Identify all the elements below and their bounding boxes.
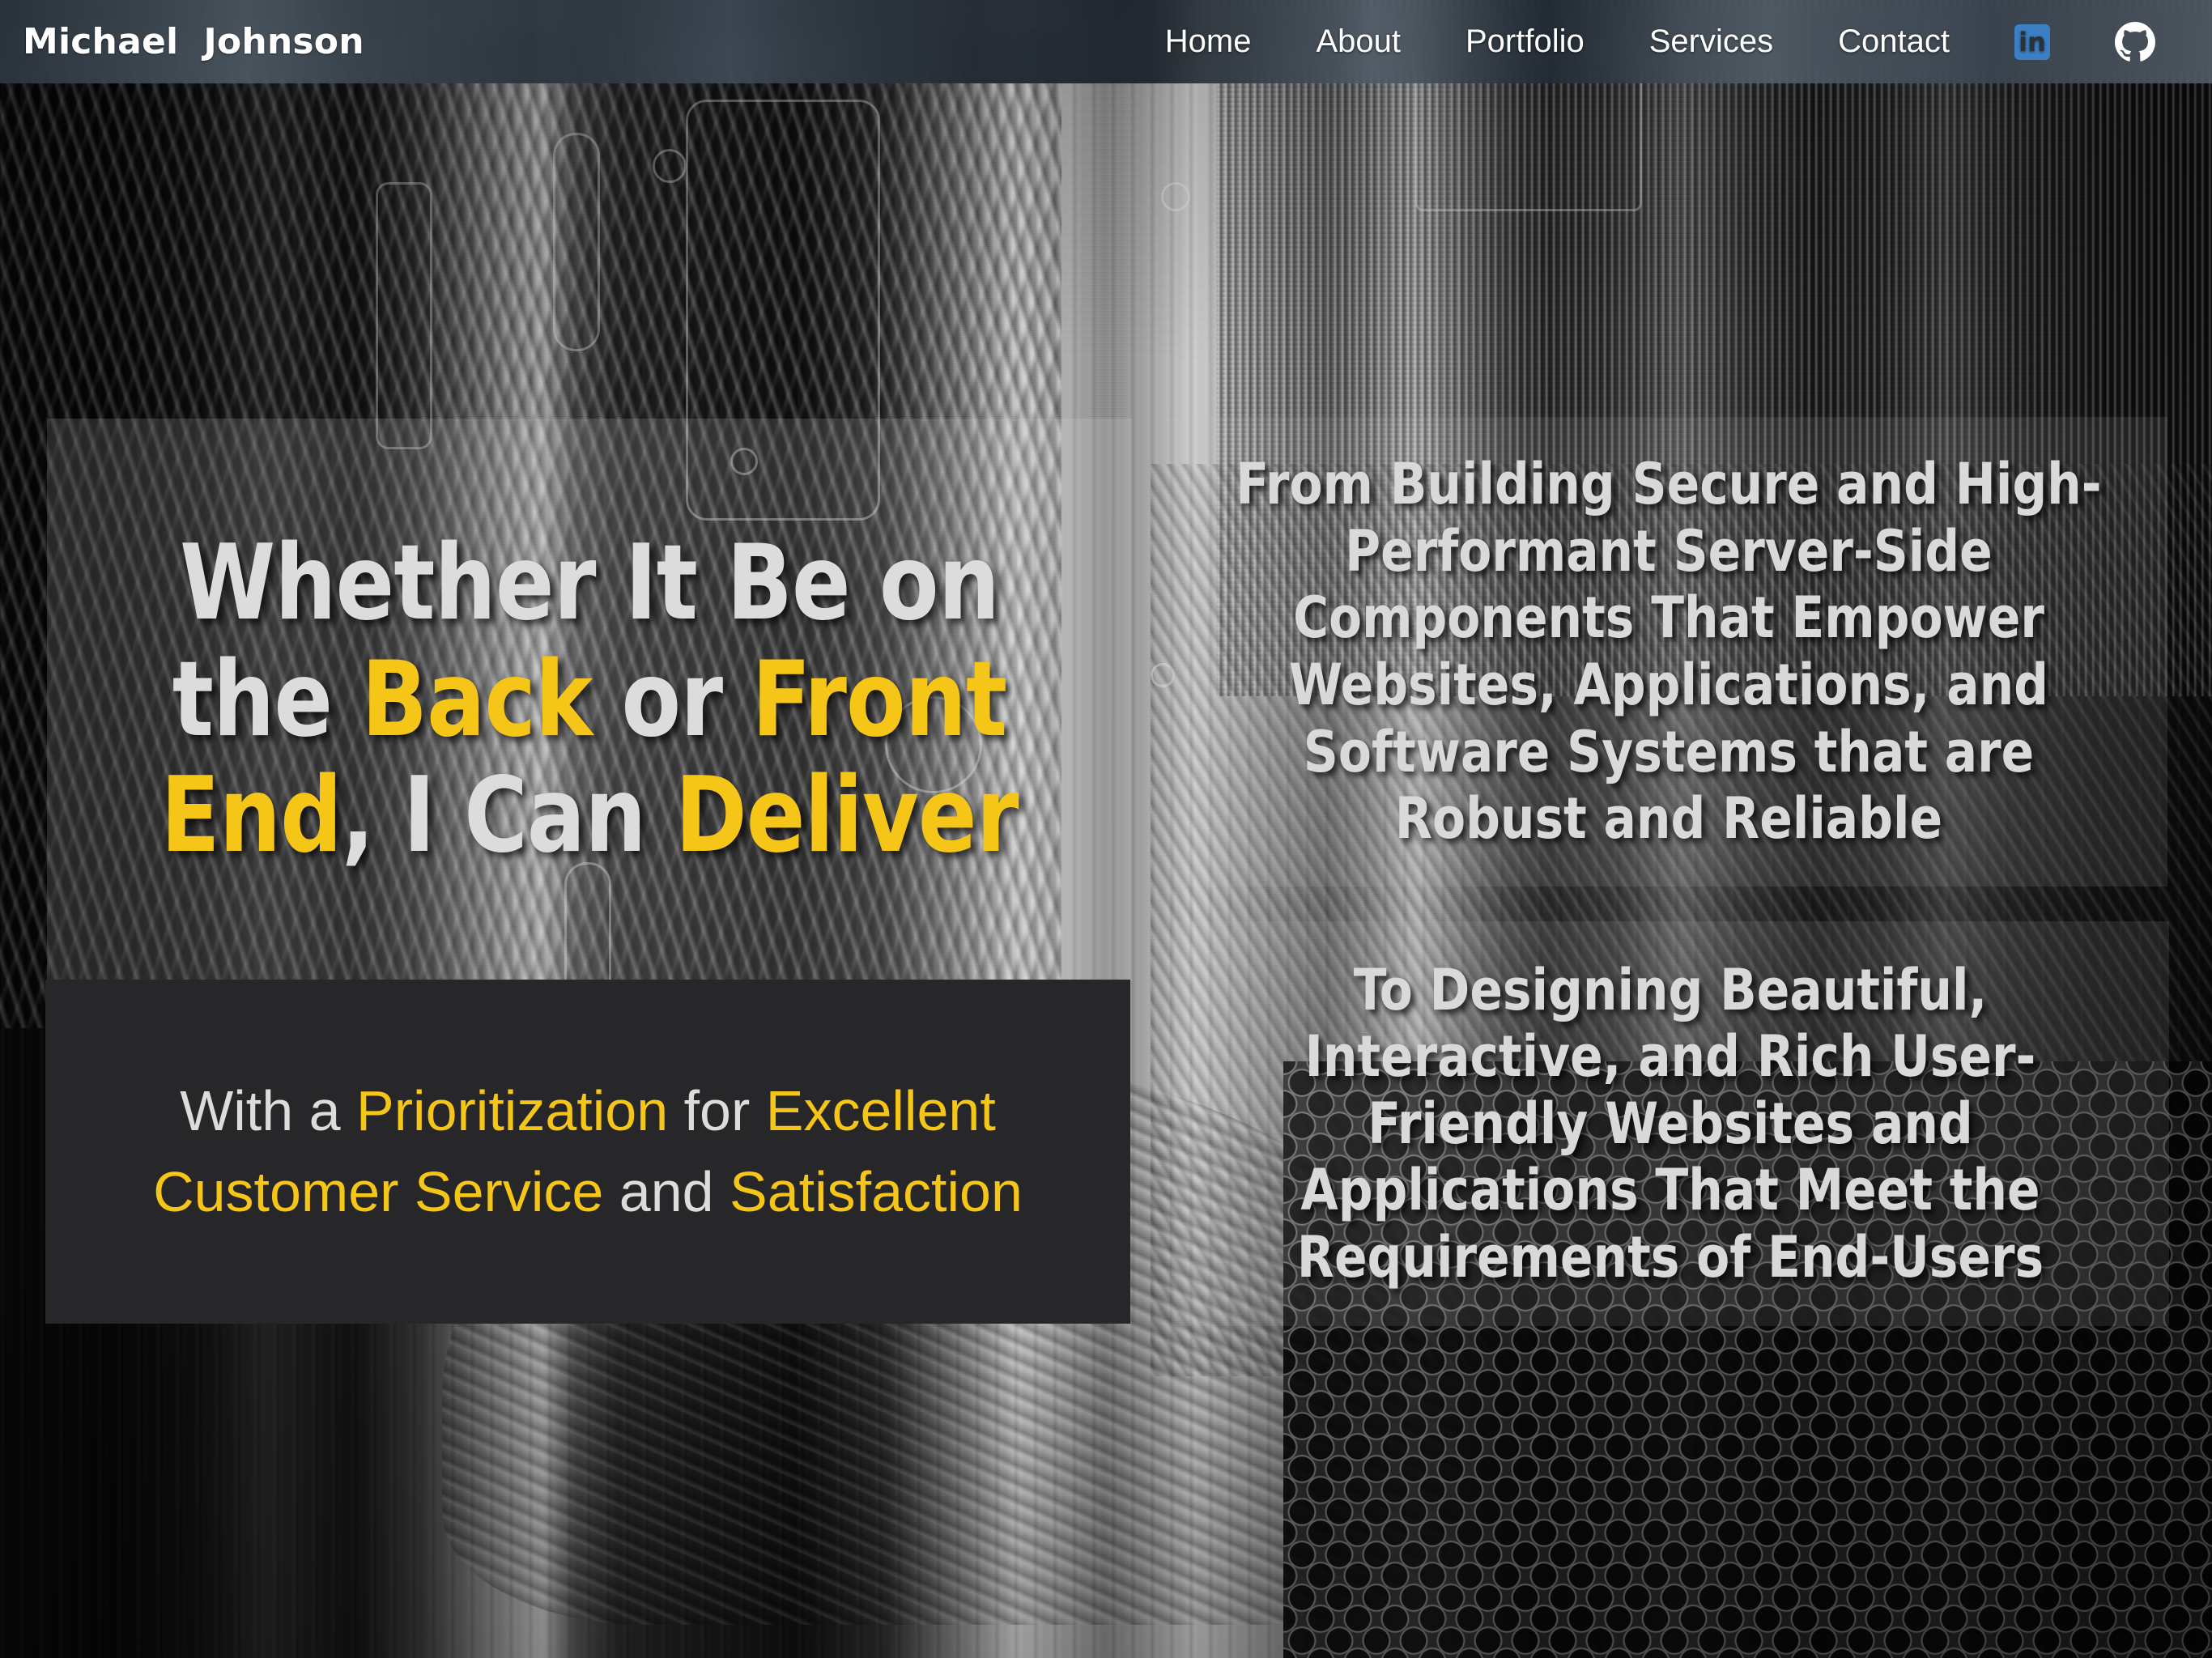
nav-item-about[interactable]: About xyxy=(1283,23,1433,60)
linkedin-link[interactable]: in xyxy=(1982,23,2082,60)
nav-item-services[interactable]: Services xyxy=(1617,23,1806,60)
plain-word: , I Can xyxy=(341,755,675,877)
plain-word: With a xyxy=(180,1079,357,1143)
highlighted-word: Deliver xyxy=(674,755,1019,877)
nav-item-portfolio[interactable]: Portfolio xyxy=(1433,23,1617,60)
hero-frontend-text: To Designing Beautiful, Interactive, and… xyxy=(1296,956,2044,1290)
github-icon xyxy=(2115,21,2155,62)
nav-item-home[interactable]: Home xyxy=(1133,23,1284,60)
hero-backend-text: From Building Secure and High-Performant… xyxy=(1236,451,2102,852)
hero-frontend-panel: To Designing Beautiful, Interactive, and… xyxy=(1172,921,2169,1326)
github-link[interactable] xyxy=(2082,21,2188,62)
main-navigation: Home About Portfolio Services Contact in xyxy=(1133,21,2188,62)
hero-subtitle-panel: With a Prioritization for Excellent Cust… xyxy=(45,980,1130,1324)
highlighted-word: Back xyxy=(361,639,593,760)
plain-word: and xyxy=(603,1159,730,1223)
plain-word: or xyxy=(592,639,752,760)
site-header: Michael Johnson Home About Portfolio Ser… xyxy=(0,0,2212,83)
plain-word: for xyxy=(668,1079,766,1143)
highlighted-word: Prioritization xyxy=(356,1079,669,1143)
site-logo[interactable]: Michael Johnson xyxy=(23,21,364,62)
hero-subtitle: With a Prioritization for Excellent Cust… xyxy=(45,1071,1130,1232)
hero-headline: Whether It Be on the Back or Front End, … xyxy=(85,525,1094,874)
linkedin-icon: in xyxy=(2014,23,2050,60)
page-root: Michael Johnson Home About Portfolio Ser… xyxy=(0,0,2212,1658)
hero-backend-panel: From Building Secure and High-Performant… xyxy=(1170,417,2167,886)
nav-item-contact[interactable]: Contact xyxy=(1806,23,1982,60)
hero-headline-panel: Whether It Be on the Back or Front End, … xyxy=(47,419,1132,981)
highlighted-word: Satisfaction xyxy=(730,1159,1023,1223)
